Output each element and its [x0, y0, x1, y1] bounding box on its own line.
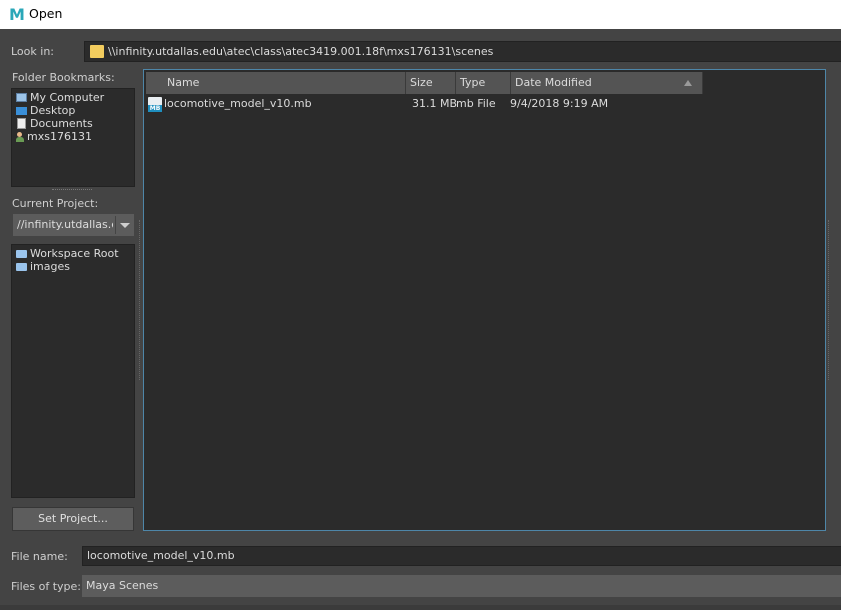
bookmark-label: My Computer	[30, 91, 105, 104]
window-title: Open	[29, 6, 63, 21]
look-in-path-field[interactable]: \\infinity.utdallas.edu\atec\class\atec3…	[84, 41, 841, 62]
file-name-value: locomotive_model_v10.mb	[87, 549, 235, 562]
project-item-label: images	[30, 260, 70, 273]
title-bar[interactable]: M Open	[0, 0, 841, 29]
folder-bookmarks-label: Folder Bookmarks:	[12, 71, 115, 84]
file-name-label: File name:	[11, 550, 68, 563]
project-item-workspace-root[interactable]: Workspace Root	[16, 247, 119, 260]
project-item-images[interactable]: images	[16, 260, 70, 273]
file-list[interactable]: Name Size Type Date Modified MB locomoti…	[143, 69, 826, 531]
column-header-size[interactable]: Size	[406, 72, 456, 94]
current-project-value: //infinity.utdallas.e	[17, 218, 113, 231]
mb-file-icon: MB	[148, 97, 162, 112]
project-folder-list[interactable]: Workspace Root images	[11, 244, 135, 498]
file-type-cell: mb File	[456, 97, 496, 110]
bookmark-label: Documents	[30, 117, 93, 130]
document-icon	[17, 118, 26, 129]
folder-icon	[16, 262, 27, 271]
look-in-label: Look in:	[11, 45, 54, 58]
sort-ascending-icon	[684, 80, 692, 86]
bookmark-my-computer[interactable]: My Computer	[16, 91, 104, 104]
panel-splitter-handle[interactable]	[52, 189, 92, 192]
file-name-cell: locomotive_model_v10.mb	[164, 97, 312, 110]
files-of-type-value: Maya Scenes	[86, 579, 159, 592]
folder-bookmarks-list[interactable]: My Computer Desktop Documents mxs176131	[11, 88, 135, 187]
current-project-label: Current Project:	[12, 197, 99, 210]
bookmark-user[interactable]: mxs176131	[16, 130, 92, 143]
bookmark-label: Desktop	[30, 104, 76, 117]
project-item-label: Workspace Root	[30, 247, 119, 260]
right-splitter-handle[interactable]	[828, 220, 831, 380]
maya-icon: M	[8, 5, 24, 23]
column-header-type[interactable]: Type	[456, 72, 511, 94]
column-header-date-modified[interactable]: Date Modified	[511, 72, 703, 94]
svg-text:M: M	[9, 5, 24, 23]
file-size-cell: 31.1 MB	[412, 97, 458, 110]
look-in-path: \\infinity.utdallas.edu\atec\class\atec3…	[108, 45, 494, 58]
window-bottom-edge	[0, 605, 841, 610]
current-project-dropdown[interactable]: //infinity.utdallas.e	[13, 214, 134, 236]
desktop-icon	[16, 106, 27, 115]
user-icon	[16, 131, 24, 142]
files-of-type-label: Files of type:	[11, 580, 82, 593]
vertical-splitter-handle[interactable]	[139, 220, 142, 380]
folder-icon	[16, 249, 27, 258]
bookmark-desktop[interactable]: Desktop	[16, 104, 75, 117]
file-row[interactable]: MB locomotive_model_v10.mb 31.1 MB mb Fi…	[146, 96, 826, 113]
bookmark-documents[interactable]: Documents	[16, 117, 93, 130]
folder-icon	[90, 45, 104, 58]
file-date-cell: 9/4/2018 9:19 AM	[510, 97, 609, 110]
chevron-down-icon	[120, 223, 130, 228]
column-header-label: Date Modified	[515, 76, 592, 89]
file-name-input[interactable]: locomotive_model_v10.mb	[82, 546, 841, 566]
computer-icon	[16, 93, 27, 102]
bookmark-label: mxs176131	[27, 130, 92, 143]
set-project-button[interactable]: Set Project...	[12, 507, 134, 531]
column-header-name[interactable]: Name	[146, 72, 406, 94]
files-of-type-dropdown[interactable]: Maya Scenes	[82, 575, 841, 597]
dropdown-divider	[115, 216, 116, 234]
